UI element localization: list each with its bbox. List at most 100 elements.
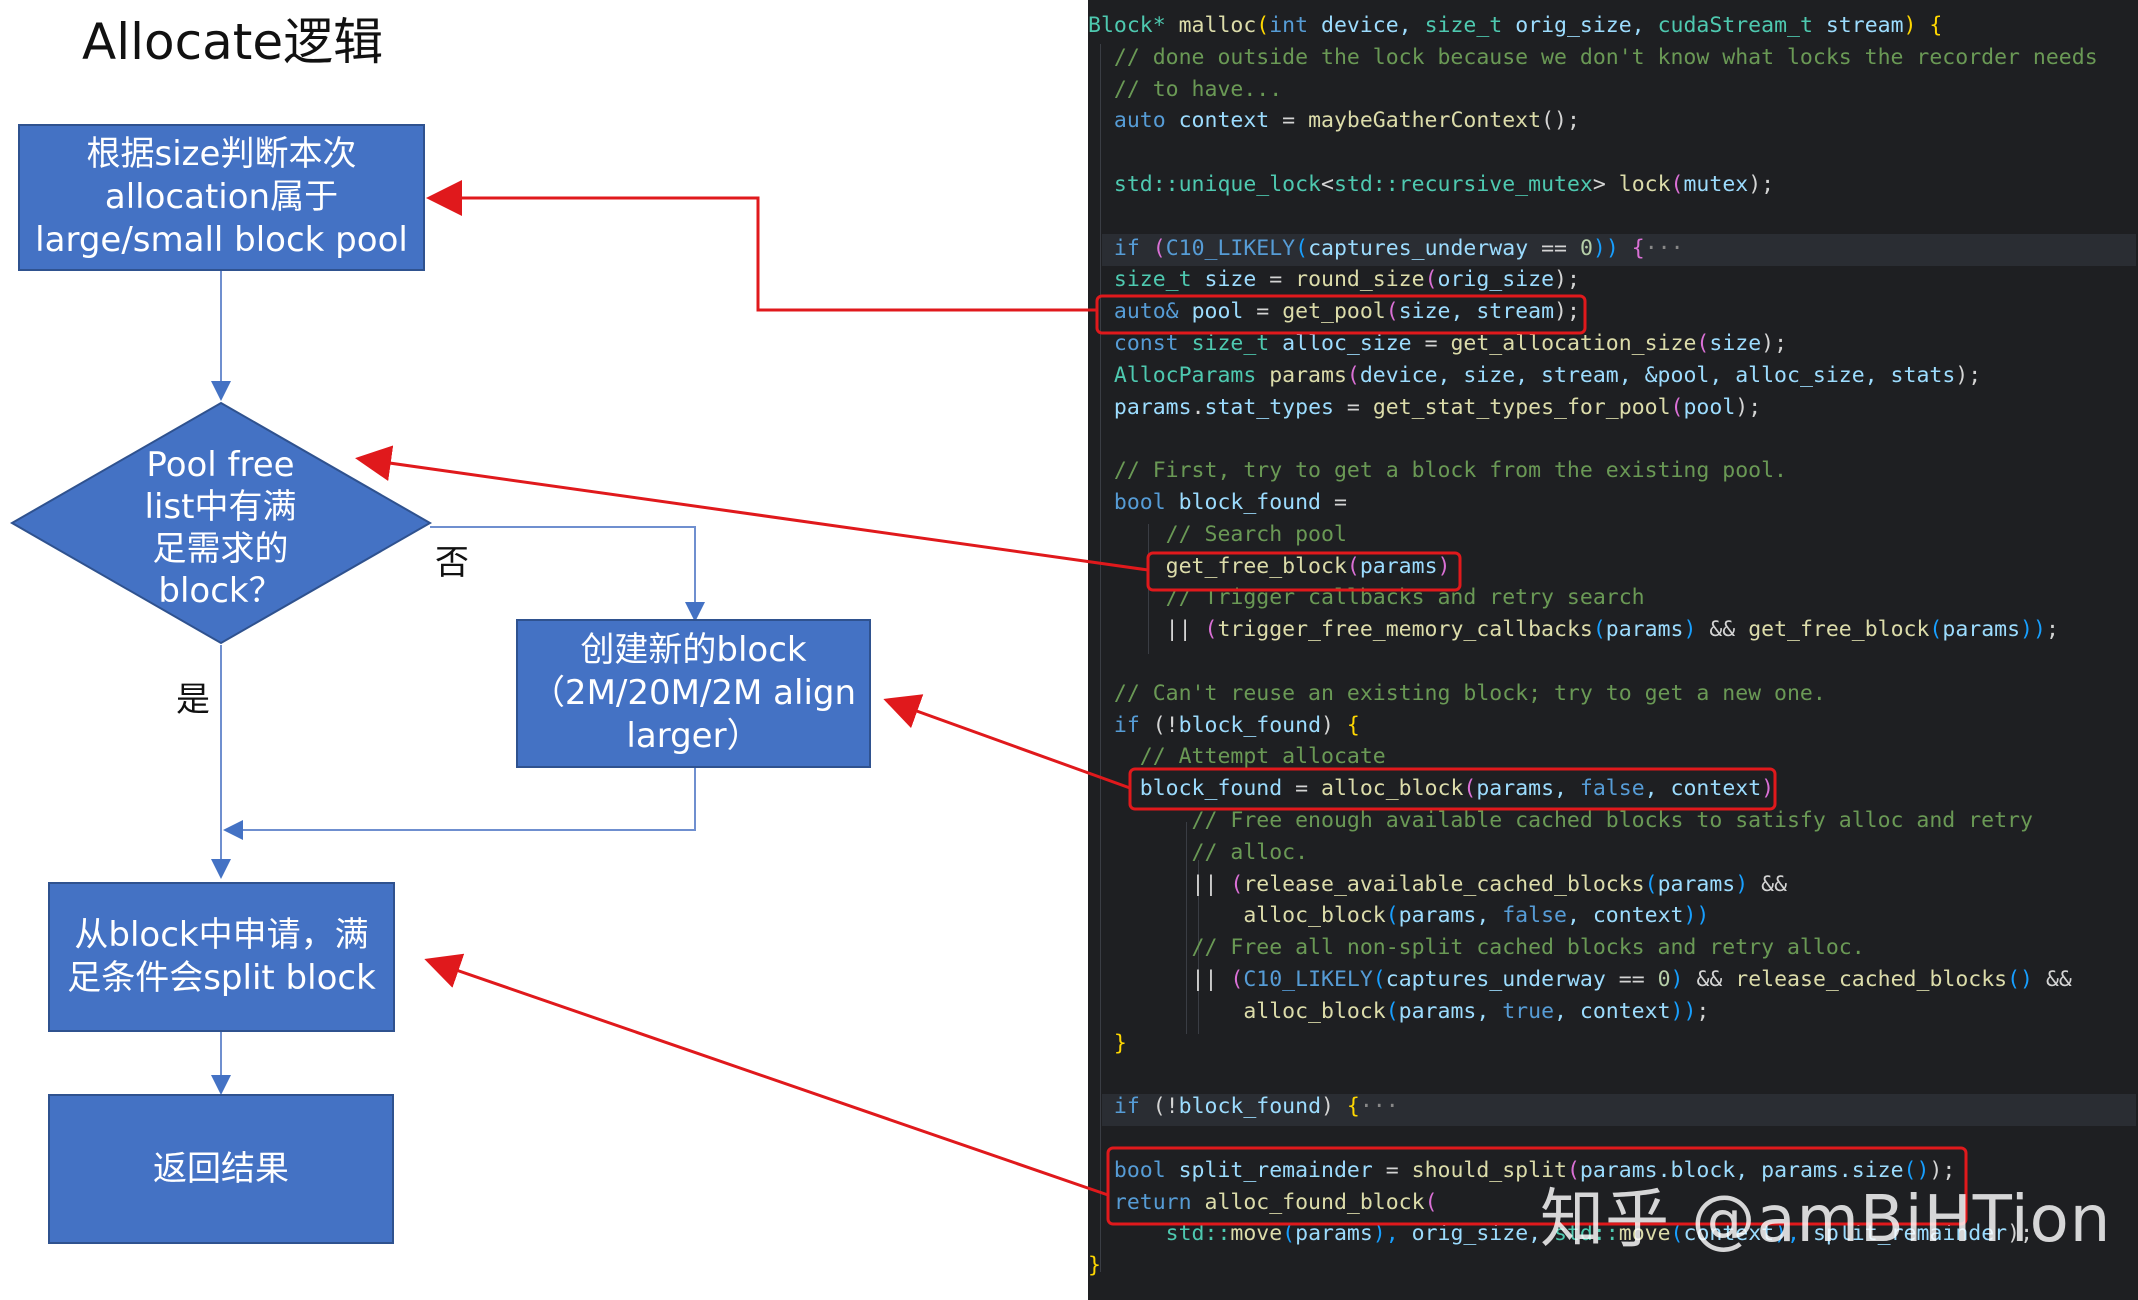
code-token: // Free enough available cached blocks t…	[1088, 808, 2033, 833]
code-line: // Free all non-split cached blocks and …	[1088, 932, 1865, 964]
code-token: )	[1670, 967, 1697, 992]
code-token: (	[1230, 871, 1244, 897]
code-token: ))	[1670, 998, 1697, 1024]
code-token: orig_size	[1437, 267, 1555, 293]
code-token: // First, try to get a block from the ex…	[1088, 458, 1787, 484]
code-token: &&	[1696, 967, 1736, 992]
code-line: auto context = maybeGatherContext();	[1088, 105, 1580, 137]
code-token: trigger_free_memory_callbacks	[1217, 617, 1593, 643]
code-token: 0	[1579, 235, 1593, 261]
code-token: );	[1748, 172, 1775, 197]
code-token: (	[1346, 362, 1360, 388]
code-token: stream	[1825, 13, 1904, 38]
code-token: auto	[1088, 108, 1179, 134]
code-token: ||	[1088, 967, 1231, 992]
code-token: stat_types	[1204, 394, 1334, 420]
code-token: device,	[1321, 13, 1425, 38]
code-token: // to have...	[1088, 76, 1283, 102]
code-token: Block*	[1088, 13, 1179, 38]
code-token: captures_underway	[1308, 235, 1529, 261]
code-token: ),	[1372, 1221, 1412, 1247]
code-token: {	[1346, 1094, 1360, 1120]
code-token: C10_LIKELY	[1243, 967, 1373, 992]
code-token: block_found	[1088, 776, 1283, 802]
code-token: ||	[1088, 617, 1205, 643]
code-token: (	[1592, 617, 1606, 643]
code-token: (	[1204, 617, 1218, 643]
code-token: release_available_cached_blocks	[1243, 871, 1645, 897]
code-token: params	[1657, 871, 1736, 897]
code-token: get_free_block	[1088, 553, 1347, 579]
code-token: );	[1761, 331, 1788, 356]
code-token: ;	[2045, 617, 2059, 643]
code-panel: Block* malloc(int device, size_t orig_si…	[1088, 0, 2138, 1300]
code-token: get_allocation_size	[1450, 331, 1697, 356]
code-line: AllocParams params(device, size, stream,…	[1088, 360, 1981, 392]
code-line: // done outside the lock because we don'…	[1088, 42, 2098, 74]
code-token: lock	[1618, 172, 1671, 197]
code-token: AllocParams	[1088, 362, 1270, 388]
code-token: ))	[1592, 235, 1632, 261]
code-line: bool block_found =	[1088, 487, 1347, 519]
code-token: std::	[1088, 1221, 1231, 1247]
code-token: get_pool	[1282, 299, 1386, 325]
code-token: =	[1321, 490, 1347, 515]
split-block-box: 从block中申请，满 足条件会split block	[48, 882, 395, 1032]
code-token: alloc_found_block	[1204, 1189, 1425, 1215]
code-token: =	[1333, 394, 1373, 420]
code-token: &&	[1761, 871, 1788, 897]
code-token: (	[1644, 871, 1658, 897]
code-line: // Search pool	[1088, 519, 1347, 551]
code-token: const	[1088, 331, 1192, 356]
code-token: block_found	[1178, 1094, 1322, 1120]
code-line: || (C10_LIKELY(captures_underway == 0) &…	[1088, 964, 2072, 996]
code-token: {	[1631, 235, 1645, 261]
code-token: device, size, stream, &pool, alloc_size,…	[1359, 362, 1956, 388]
code-token: alloc_block	[1088, 998, 1386, 1024]
code-token: maybeGatherContext	[1308, 108, 1542, 134]
code-token: auto&	[1088, 299, 1192, 325]
indent-guide	[1100, 44, 1101, 1272]
code-token: )	[1321, 712, 1347, 738]
code-token: unique_lock	[1178, 172, 1321, 197]
code-token: params	[1605, 617, 1684, 643]
code-token: );	[1554, 299, 1580, 325]
code-token: malloc	[1178, 13, 1257, 38]
code-line: // Can't reuse an existing block; try to…	[1088, 678, 1826, 710]
code-token: (	[1385, 998, 1399, 1024]
code-line: block_found = alloc_block(params, false,…	[1088, 773, 1774, 805]
code-token: // done outside the lock because we don'…	[1088, 44, 2098, 70]
code-line: get_free_block(params)	[1088, 551, 1451, 583]
code-token: (	[1385, 903, 1399, 929]
code-token: <	[1321, 172, 1334, 197]
code-line: // Free enough available cached blocks t…	[1088, 805, 2033, 837]
code-line: // to have...	[1088, 74, 1282, 106]
code-token: size	[1204, 267, 1257, 293]
code-line: auto& pool = get_pool(size, stream);	[1088, 296, 1580, 328]
code-line: params.stat_types = get_stat_types_for_p…	[1088, 392, 1761, 424]
code-line: || (release_available_cached_blocks(para…	[1088, 869, 1787, 901]
code-token: orig_size,	[1411, 1221, 1555, 1247]
code-line: || (trigger_free_memory_callbacks(params…	[1088, 614, 2059, 646]
code-line: alloc_block(params, true, context));	[1088, 996, 1709, 1028]
code-token: );	[1955, 362, 1982, 388]
code-token: ···	[1644, 235, 1684, 261]
connector-create-return	[223, 768, 696, 840]
code-token: // Trigger callbacks and retry search	[1088, 585, 1645, 611]
code-token: (	[1929, 617, 1943, 643]
code-token: int	[1269, 13, 1322, 38]
select-pool-box: 根据size判断本次 allocation属于 large/small bloc…	[18, 124, 425, 271]
code-token: if	[1088, 712, 1153, 738]
code-token: bool	[1088, 490, 1179, 515]
code-token: context	[1178, 108, 1270, 134]
code-token: )	[1321, 1094, 1347, 1120]
code-token: ) {	[1903, 13, 1943, 38]
code-token: , context	[1644, 776, 1762, 802]
code-token: round_size	[1295, 267, 1425, 293]
create-block-box: 创建新的block （2M/20M/2M align larger）	[516, 619, 871, 768]
code-token: =	[1243, 299, 1283, 325]
code-token: (	[1230, 967, 1244, 992]
code-token: if	[1088, 1094, 1153, 1120]
code-token: (	[1346, 553, 1360, 579]
connector-no-to-create	[430, 526, 705, 622]
